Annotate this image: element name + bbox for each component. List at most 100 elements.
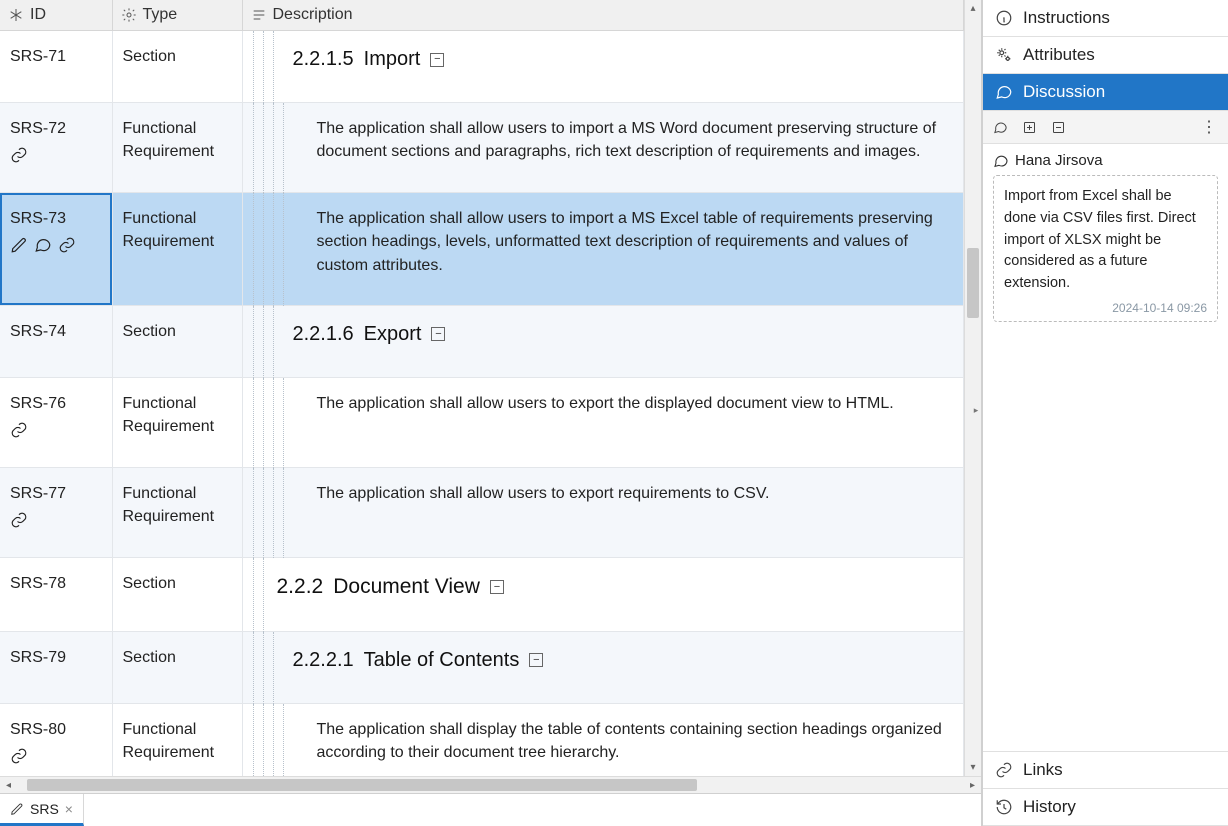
cell-description[interactable]: The application shall allow users to exp…	[242, 377, 964, 467]
cell-type: Functional Requirement	[112, 103, 242, 193]
gears-icon	[995, 46, 1013, 64]
collapse-icon[interactable]: −	[529, 653, 543, 667]
asterisk-icon	[8, 7, 24, 23]
chat-icon[interactable]	[34, 236, 52, 254]
requirement-text: The application shall allow users to exp…	[317, 392, 954, 415]
table-row[interactable]: SRS-76 Functional Requirement The applicat…	[0, 377, 964, 467]
comment-box[interactable]: Import from Excel shall be done via CSV …	[993, 175, 1218, 322]
side-tab-instructions[interactable]: Instructions	[983, 0, 1228, 37]
cell-type: Functional Requirement	[112, 703, 242, 776]
scroll-up-icon[interactable]: ▴	[965, 0, 981, 17]
side-tab-discussion-label: Discussion	[1023, 82, 1105, 102]
table-row[interactable]: SRS-74 Section 2.2.1.6 Export−	[0, 305, 964, 377]
requirement-type: Functional Requirement	[123, 395, 215, 435]
table-row[interactable]: SRS-73Functional RequirementThe applicat…	[0, 193, 964, 306]
link-icon[interactable]	[10, 421, 28, 439]
link-icon[interactable]	[58, 236, 76, 254]
gear-icon	[121, 7, 137, 23]
requirements-grid[interactable]: ID Type	[0, 0, 964, 776]
section-title: Document View	[333, 572, 480, 602]
cell-type: Section	[112, 31, 242, 103]
requirement-id: SRS-74	[10, 320, 102, 343]
hscroll-thumb[interactable]	[27, 779, 697, 791]
requirement-type: Functional Requirement	[123, 485, 215, 525]
cell-description[interactable]: The application shall allow users to imp…	[242, 193, 964, 306]
requirement-id: SRS-79	[10, 646, 102, 669]
section-title: Table of Contents	[364, 646, 520, 675]
link-icon[interactable]	[10, 747, 28, 765]
vertical-scrollbar[interactable]: ▴ ▸ ▾	[964, 0, 981, 776]
scroll-thumb[interactable]	[967, 248, 979, 318]
panel-flyout-icon[interactable]: ▸	[971, 400, 981, 420]
comment-timestamp: 2024-10-14 09:26	[1004, 301, 1207, 315]
col-header-description[interactable]: Description	[242, 0, 964, 31]
cell-description[interactable]: The application shall display the table …	[242, 703, 964, 776]
cell-type: Section	[112, 631, 242, 703]
side-panel: Instructions Attributes Discussion ⋮ Han…	[982, 0, 1228, 826]
section-heading: 2.2.1.5 Import−	[293, 45, 954, 74]
cell-description[interactable]: The application shall allow users to imp…	[242, 103, 964, 193]
horizontal-scrollbar[interactable]: ◂ ▸	[0, 776, 981, 793]
side-tab-links-label: Links	[1023, 760, 1063, 780]
collapse-all-icon[interactable]	[1051, 120, 1066, 135]
table-row[interactable]: SRS-78Section 2.2.2 Document View−	[0, 558, 964, 631]
more-icon[interactable]: ⋮	[1201, 117, 1218, 137]
discussion-toolbar: ⋮	[983, 111, 1228, 144]
requirement-id: SRS-76	[10, 392, 102, 415]
requirement-id: SRS-71	[10, 45, 102, 68]
comment-author-name: Hana Jirsova	[1015, 152, 1103, 169]
table-row[interactable]: SRS-72Functional Requirement The applicat…	[0, 103, 964, 193]
document-tab-label: SRS	[30, 801, 59, 817]
discussion-body: Hana Jirsova Import from Excel shall be …	[983, 144, 1228, 751]
expand-all-icon[interactable]	[1022, 120, 1037, 135]
collapse-icon[interactable]: −	[430, 53, 444, 67]
table-row[interactable]: SRS-71 Section 2.2.1.5 Import−	[0, 31, 964, 103]
cell-id[interactable]: SRS-74	[0, 305, 112, 377]
scroll-right-icon[interactable]: ▸	[964, 780, 981, 791]
col-header-id[interactable]: ID	[0, 0, 112, 31]
cell-description[interactable]: The application shall allow users to exp…	[242, 467, 964, 557]
side-tab-instructions-label: Instructions	[1023, 8, 1110, 28]
section-heading: 2.2.2 Document View−	[277, 572, 954, 602]
cell-description[interactable]: 2.2.1.6 Export−	[242, 305, 964, 377]
table-row[interactable]: SRS-80 Functional Requirement The applicat…	[0, 703, 964, 776]
cell-id[interactable]: SRS-71	[0, 31, 112, 103]
side-tab-attributes[interactable]: Attributes	[983, 37, 1228, 74]
side-tab-history[interactable]: History	[983, 789, 1228, 826]
cell-id[interactable]: SRS-78	[0, 558, 112, 631]
cell-description[interactable]: 2.2.2.1 Table of Contents−	[242, 631, 964, 703]
table-row[interactable]: SRS-79 Section2.2.2.1 Table of Contents−	[0, 631, 964, 703]
requirement-text: The application shall allow users to imp…	[317, 117, 954, 163]
table-row[interactable]: SRS-77 Functional Requirement The applicat…	[0, 467, 964, 557]
requirement-text: The application shall allow users to exp…	[317, 482, 954, 505]
cell-id[interactable]: SRS-76	[0, 377, 112, 467]
comment-text: Import from Excel shall be done via CSV …	[1004, 186, 1207, 295]
cell-id[interactable]: SRS-77	[0, 467, 112, 557]
collapse-icon[interactable]: −	[431, 327, 445, 341]
chat-icon[interactable]	[993, 120, 1008, 135]
col-header-desc-label: Description	[273, 6, 353, 24]
requirement-type: Section	[123, 323, 176, 340]
scroll-down-icon[interactable]: ▾	[965, 759, 981, 776]
col-header-type[interactable]: Type	[112, 0, 242, 31]
side-tab-links[interactable]: Links	[983, 751, 1228, 789]
scroll-left-icon[interactable]: ◂	[0, 780, 17, 791]
cell-type: Section	[112, 558, 242, 631]
cell-description[interactable]: 2.2.2 Document View−	[242, 558, 964, 631]
side-tab-discussion[interactable]: Discussion	[983, 74, 1228, 111]
collapse-icon[interactable]: −	[490, 580, 504, 594]
document-tab-srs[interactable]: SRS ×	[0, 794, 84, 826]
requirement-id: SRS-80	[10, 718, 102, 741]
cell-id[interactable]: SRS-79	[0, 631, 112, 703]
cell-id[interactable]: SRS-80	[0, 703, 112, 776]
requirement-type: Functional Requirement	[123, 721, 215, 761]
requirement-id: SRS-73	[10, 207, 102, 230]
pencil-icon[interactable]	[10, 236, 28, 254]
cell-id[interactable]: SRS-72	[0, 103, 112, 193]
link-icon[interactable]	[10, 146, 28, 164]
cell-id[interactable]: SRS-73	[0, 193, 112, 306]
cell-description[interactable]: 2.2.1.5 Import−	[242, 31, 964, 103]
link-icon[interactable]	[10, 511, 28, 529]
close-icon[interactable]: ×	[65, 802, 73, 816]
section-number: 2.2.1.5	[293, 45, 354, 74]
